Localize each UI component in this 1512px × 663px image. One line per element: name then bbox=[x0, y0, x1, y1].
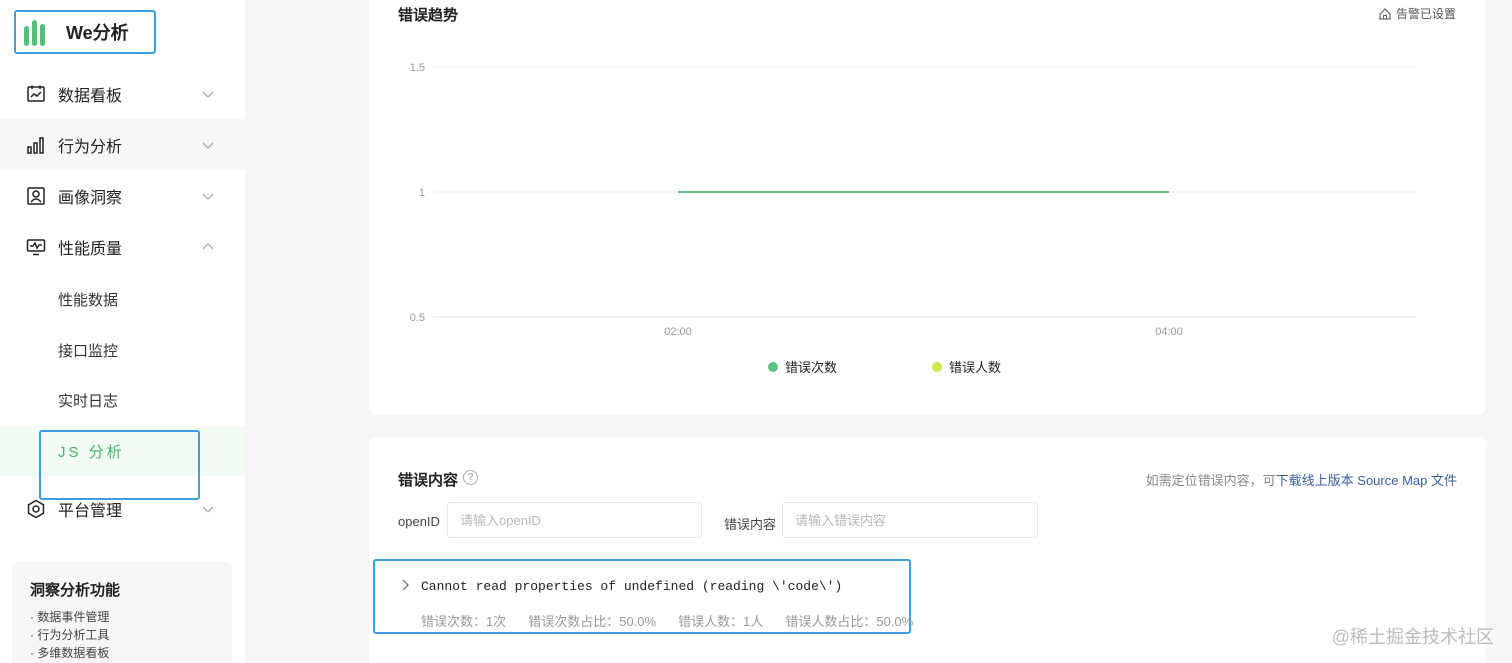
sourcemap-hint: 如需定位错误内容，可下载线上版本 Source Map 文件 bbox=[1146, 470, 1457, 489]
menu-label: 画像洞察 bbox=[58, 189, 123, 207]
y-tick-label: 0.5 bbox=[410, 312, 425, 324]
error-message[interactable]: Cannot read properties of undefined (rea… bbox=[421, 579, 842, 594]
x-tick-label: 04:00 bbox=[1155, 326, 1183, 338]
menu-item-behavior[interactable]: 行为分析 bbox=[0, 119, 245, 170]
trend-chart: 1.5 1 0.5 02:00 04:00 bbox=[410, 62, 1417, 338]
feature-item: · 多维数据看板 bbox=[30, 646, 110, 660]
sourcemap-download-link[interactable]: 下载线上版本 Source Map 文件 bbox=[1276, 473, 1457, 488]
feature-item: · 数据事件管理 bbox=[30, 610, 110, 624]
legend-dot bbox=[932, 361, 942, 372]
portrait-icon bbox=[26, 186, 46, 206]
bar-chart-icon bbox=[26, 135, 46, 155]
error-users: 错误人数：1人 bbox=[678, 614, 764, 629]
chevron-down-icon bbox=[202, 142, 214, 149]
menu-item-portrait[interactable]: 画像洞察 bbox=[0, 170, 245, 221]
menu-label: 行为分析 bbox=[58, 138, 123, 156]
legend-item-error-count[interactable]: 错误次数 bbox=[768, 357, 837, 376]
error-content-input[interactable] bbox=[782, 502, 1038, 538]
menu-label: 数据看板 bbox=[58, 87, 123, 105]
menu-item-dashboard[interactable]: 数据看板 bbox=[0, 68, 245, 119]
chart-board-icon bbox=[26, 84, 46, 104]
menu-item-performance[interactable]: 性能质量 bbox=[0, 221, 245, 272]
chevron-down-icon bbox=[202, 193, 214, 200]
alert-label: 告警已设置 bbox=[1395, 7, 1456, 21]
error-count: 错误次数：1次 bbox=[421, 614, 507, 629]
submenu-item-api-monitor[interactable]: 接口监控 bbox=[0, 325, 245, 375]
error-stats: 错误次数：1次 错误次数占比：50.0% 错误人数：1人 错误人数占比：50.0… bbox=[421, 611, 913, 630]
chevron-right-icon[interactable] bbox=[400, 579, 410, 591]
error-users-ratio: 错误人数占比：50.0% bbox=[785, 614, 914, 629]
x-tick-label: 02:00 bbox=[664, 326, 692, 338]
trend-title: 错误趋势 bbox=[398, 7, 459, 24]
legend-dot bbox=[768, 361, 778, 372]
menu-label: 平台管理 bbox=[58, 502, 123, 520]
legend-label: 错误人数 bbox=[949, 360, 1002, 375]
error-item[interactable]: Cannot read properties of undefined (rea… bbox=[373, 559, 913, 634]
app-name: We分析 bbox=[66, 23, 129, 43]
openid-input[interactable] bbox=[447, 502, 702, 538]
legend-label: 错误次数 bbox=[785, 360, 838, 375]
error-count-ratio: 错误次数占比：50.0% bbox=[528, 614, 657, 629]
chevron-down-icon bbox=[202, 506, 214, 513]
sidebar: We分析 数据看板 行为分析 画像洞察 性能质量 性能数据 接口监控 实时日志 … bbox=[0, 0, 245, 663]
feature-card: 洞察分析功能 · 数据事件管理 · 行为分析工具 · 多维数据看板 bbox=[12, 562, 232, 663]
chevron-down-icon bbox=[202, 91, 214, 98]
submenu-item-js-analysis[interactable]: JS 分析 bbox=[0, 426, 245, 476]
content-title: 错误内容 bbox=[398, 472, 459, 489]
alert-setting-link[interactable]: 告警已设置 bbox=[1378, 5, 1456, 22]
menu-label: 性能质量 bbox=[58, 240, 123, 258]
y-tick-label: 1.5 bbox=[410, 62, 425, 74]
logo-icon bbox=[24, 18, 52, 46]
app-logo[interactable]: We分析 bbox=[14, 10, 156, 54]
chevron-up-icon bbox=[202, 243, 214, 250]
feature-item: · 行为分析工具 bbox=[30, 628, 110, 642]
home-bell-icon bbox=[1379, 7, 1391, 20]
settings-hex-icon bbox=[26, 499, 46, 519]
error-content-card: 错误内容 ? 如需定位错误内容，可下载线上版本 Source Map 文件 op… bbox=[369, 437, 1486, 663]
hint-text: 如需定位错误内容，可 bbox=[1145, 473, 1276, 488]
submenu-item-realtime-log[interactable]: 实时日志 bbox=[0, 375, 245, 425]
openid-label: openID bbox=[398, 514, 440, 529]
submenu-item-perf-data[interactable]: 性能数据 bbox=[0, 274, 245, 324]
legend-item-error-users[interactable]: 错误人数 bbox=[932, 357, 1001, 376]
error-content-label: 错误内容 bbox=[724, 517, 777, 532]
error-trend-card: 错误趋势 告警已设置 1.5 1 0.5 02:00 04:00 错误次数 错误人数 bbox=[369, 0, 1486, 415]
y-tick-label: 1 bbox=[419, 187, 425, 199]
menu-item-platform[interactable]: 平台管理 bbox=[0, 483, 245, 534]
feature-card-title: 洞察分析功能 bbox=[30, 582, 121, 599]
help-icon[interactable]: ? bbox=[463, 470, 478, 485]
watermark: @稀土掘金技术社区 bbox=[1331, 627, 1494, 647]
monitor-icon bbox=[26, 237, 46, 257]
